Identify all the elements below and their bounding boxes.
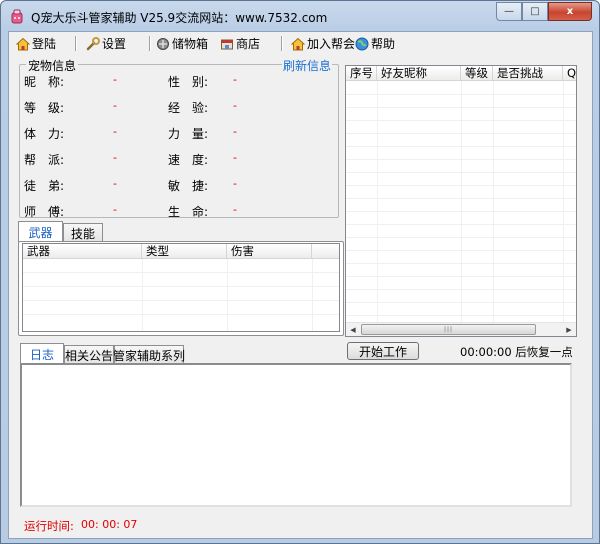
stamina-label: 体 力: bbox=[24, 127, 65, 141]
title-bar[interactable]: Q宠大乐斗管家辅助 V25.9交流网站：www.7532.com — □ x bbox=[1, 1, 599, 31]
col-type[interactable]: 类型 bbox=[142, 244, 227, 259]
health-value: - bbox=[233, 203, 237, 216]
pet-info-title: 宠物信息 bbox=[26, 57, 79, 74]
speed-label: 速 度: bbox=[168, 153, 209, 167]
shop-label: 商店 bbox=[236, 37, 261, 51]
runtime-label: 运行时间: bbox=[24, 519, 74, 533]
weapons-grid bbox=[23, 259, 339, 331]
toolbar-separator bbox=[281, 36, 283, 51]
tab-announcements[interactable]: 相关公告 bbox=[64, 345, 114, 364]
gender-value: - bbox=[233, 73, 237, 86]
tab-helper-series-label: 管家辅助系列 bbox=[113, 348, 186, 363]
scrollbar-thumb[interactable]: ||| bbox=[361, 324, 536, 335]
experience-value: - bbox=[233, 99, 237, 112]
apprentice-label: 徒 弟: bbox=[24, 179, 65, 193]
maximize-button[interactable]: □ bbox=[522, 2, 548, 21]
app-icon bbox=[11, 9, 23, 24]
tab-announcements-label: 相关公告 bbox=[65, 348, 114, 363]
storage-icon bbox=[156, 37, 170, 51]
gender-label: 性 别: bbox=[168, 75, 209, 89]
minimize-icon: — bbox=[504, 6, 514, 17]
friends-list-header: 序号 好友昵称 等级 是否挑战 QQ bbox=[346, 66, 576, 81]
login-button[interactable]: 登陆 bbox=[16, 35, 56, 52]
toolbar-separator bbox=[149, 36, 151, 51]
weapons-list[interactable]: 武器 类型 伤害 bbox=[22, 243, 340, 332]
col-damage[interactable]: 伤害 bbox=[227, 244, 312, 259]
speed-value: - bbox=[233, 151, 237, 164]
col-friend-nickname[interactable]: 好友昵称 bbox=[377, 66, 461, 81]
close-icon: x bbox=[566, 6, 574, 17]
storage-label: 储物箱 bbox=[172, 37, 209, 51]
toolbar: 登陆 设置 储物箱 商店 加入帮会 帮助 bbox=[9, 32, 592, 54]
close-button[interactable]: x bbox=[548, 2, 592, 21]
weapons-list-header: 武器 类型 伤害 bbox=[23, 244, 339, 259]
level-value: - bbox=[113, 99, 117, 112]
col-filler bbox=[312, 244, 339, 259]
tab-log-label: 日志 bbox=[29, 347, 54, 362]
start-work-button[interactable]: 开始工作 bbox=[347, 342, 419, 360]
scroll-right-icon[interactable]: ▶ bbox=[562, 324, 576, 336]
shop-icon bbox=[220, 37, 234, 51]
agility-label: 敏 捷: bbox=[168, 179, 209, 193]
runtime-value: 00: 00: 07 bbox=[81, 518, 138, 531]
help-label: 帮助 bbox=[371, 37, 396, 51]
storage-button[interactable]: 储物箱 bbox=[156, 35, 208, 52]
help-globe-icon bbox=[355, 37, 369, 51]
login-label: 登陆 bbox=[32, 37, 57, 51]
wrench-icon bbox=[86, 36, 100, 51]
help-button[interactable]: 帮助 bbox=[355, 35, 395, 52]
col-weapon[interactable]: 武器 bbox=[23, 244, 142, 259]
join-guild-label: 加入帮会 bbox=[307, 37, 356, 51]
pet-info-group: 宠物信息 刷新信息 昵 称: - 性 别: - 等 级: - 经 验: - 体 … bbox=[19, 57, 339, 219]
col-friend-level[interactable]: 等级 bbox=[461, 66, 493, 81]
col-challenge[interactable]: 是否挑战 bbox=[493, 66, 563, 81]
col-qq[interactable]: QQ bbox=[563, 66, 576, 81]
col-index[interactable]: 序号 bbox=[346, 66, 377, 81]
refresh-info-link[interactable]: 刷新信息 bbox=[282, 57, 333, 74]
client-area: 登陆 设置 储物箱 商店 加入帮会 帮助 宠物信息 刷新信息 昵 称: - 性 … bbox=[8, 31, 593, 539]
maximize-icon: □ bbox=[530, 6, 540, 17]
guild-label: 帮 派: bbox=[24, 153, 65, 167]
friends-list[interactable]: 序号 好友昵称 等级 是否挑战 QQ ◀ ||| ▶ bbox=[345, 65, 577, 337]
scroll-left-icon[interactable]: ◀ bbox=[346, 324, 360, 336]
nickname-value: - bbox=[113, 73, 117, 86]
agility-value: - bbox=[233, 177, 237, 190]
tab-skills[interactable]: 技能 bbox=[63, 223, 103, 242]
house-icon bbox=[291, 37, 305, 51]
apprentice-value: - bbox=[113, 177, 117, 190]
recovery-countdown: 00:00:00 后恢复一点 bbox=[460, 345, 573, 359]
join-guild-button[interactable]: 加入帮会 bbox=[291, 35, 355, 52]
guild-value: - bbox=[113, 151, 117, 164]
tab-weapons-label: 武器 bbox=[28, 225, 53, 240]
shop-button[interactable]: 商店 bbox=[220, 35, 260, 52]
strength-value: - bbox=[233, 125, 237, 138]
log-output[interactable] bbox=[20, 363, 572, 507]
window-title: Q宠大乐斗管家辅助 V25.9交流网站：www.7532.com bbox=[31, 11, 328, 25]
toolbar-separator bbox=[75, 36, 77, 51]
main-window: Q宠大乐斗管家辅助 V25.9交流网站：www.7532.com — □ x 登… bbox=[0, 0, 600, 544]
friends-horizontal-scrollbar[interactable]: ◀ ||| ▶ bbox=[346, 322, 576, 336]
strength-label: 力 量: bbox=[168, 127, 209, 141]
start-work-label: 开始工作 bbox=[358, 344, 407, 359]
tab-log[interactable]: 日志 bbox=[20, 343, 64, 364]
settings-label: 设置 bbox=[102, 37, 127, 51]
stamina-value: - bbox=[113, 125, 117, 138]
experience-label: 经 验: bbox=[168, 101, 209, 115]
nickname-label: 昵 称: bbox=[24, 75, 65, 89]
minimize-button[interactable]: — bbox=[496, 2, 522, 21]
settings-button[interactable]: 设置 bbox=[86, 35, 126, 52]
house-icon bbox=[16, 37, 30, 51]
friends-grid bbox=[346, 81, 576, 336]
tab-skills-label: 技能 bbox=[70, 226, 95, 241]
master-value: - bbox=[113, 203, 117, 216]
health-label: 生 命: bbox=[168, 205, 209, 219]
tab-weapons[interactable]: 武器 bbox=[18, 221, 63, 242]
level-label: 等 级: bbox=[24, 101, 65, 115]
master-label: 师 傅: bbox=[24, 205, 65, 219]
tab-helper-series[interactable]: 管家辅助系列 bbox=[113, 345, 186, 364]
